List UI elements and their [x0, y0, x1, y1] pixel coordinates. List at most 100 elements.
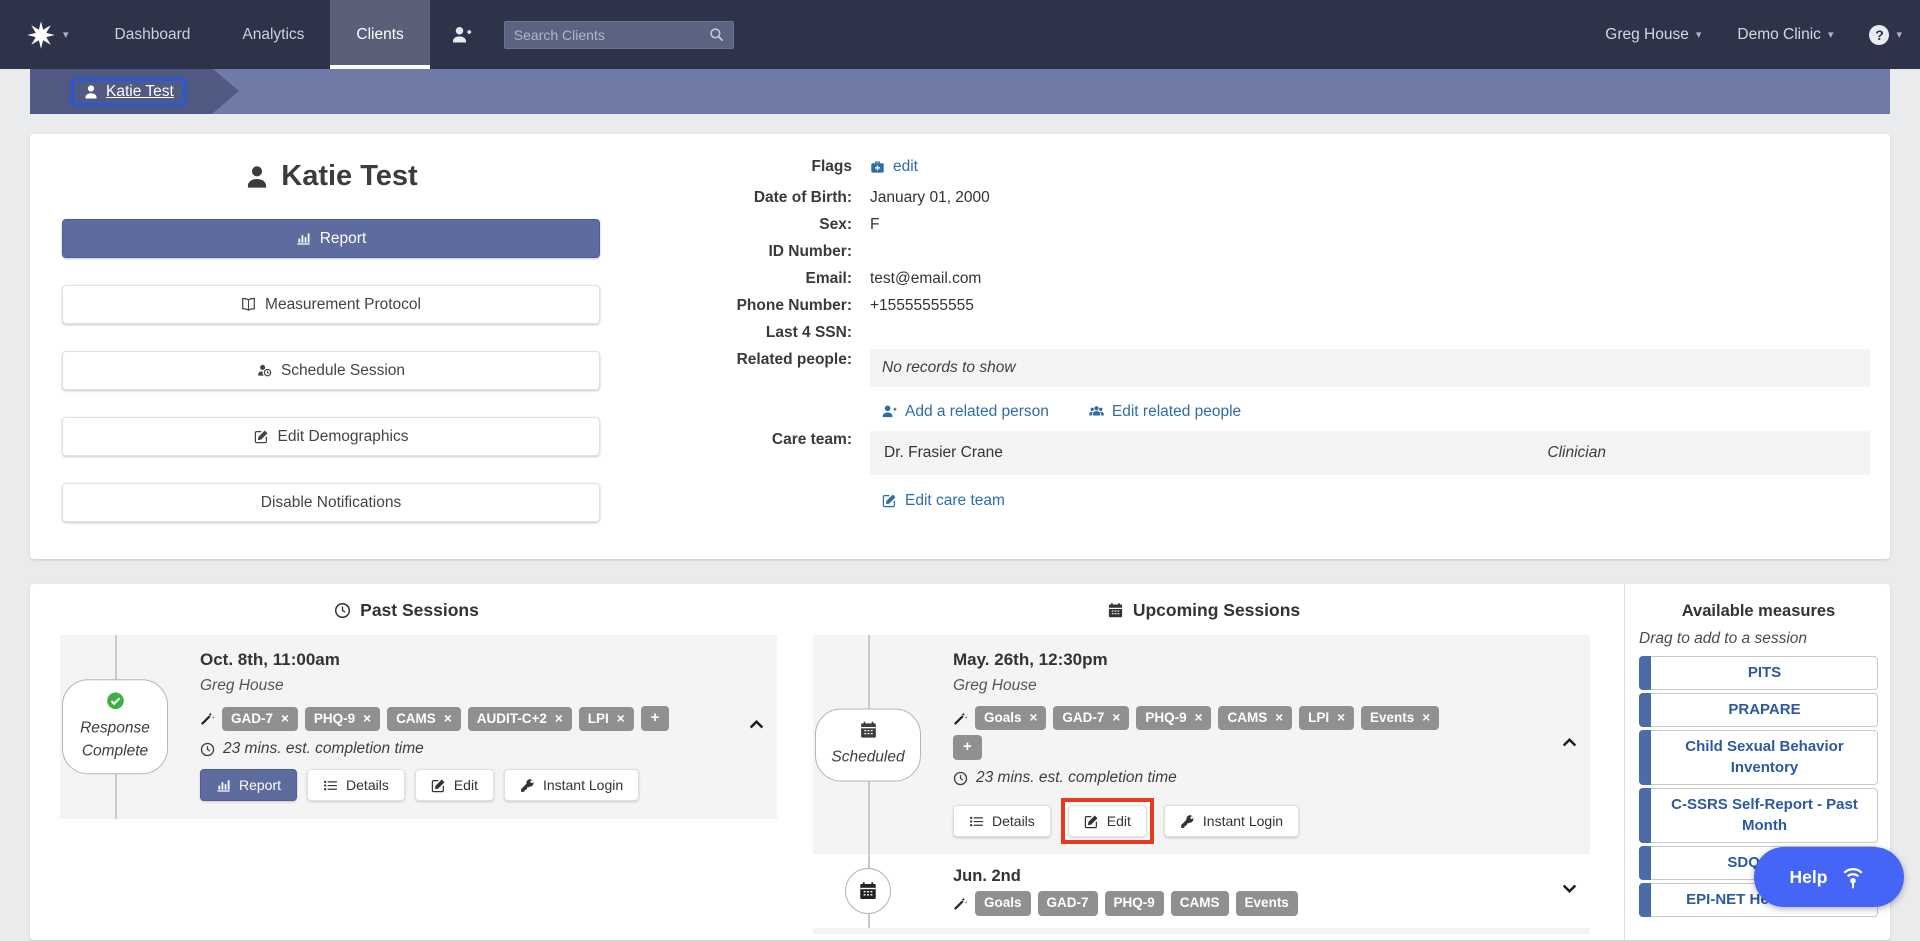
search-box[interactable]: [504, 21, 734, 49]
schedule-session-button[interactable]: Schedule Session: [62, 351, 600, 390]
upcoming-sessions-list: Scheduled May. 26th, 12:30pm Greg House …: [813, 635, 1590, 934]
active-tab-indicator: [330, 65, 429, 69]
edit-icon: [254, 429, 269, 444]
user-icon: [244, 164, 270, 190]
collapse-session-button[interactable]: [748, 716, 765, 738]
measure-chip[interactable]: PHQ-9: [1105, 891, 1164, 915]
remove-measure-icon[interactable]: ×: [617, 710, 625, 728]
session-measures: GAD-7 × PHQ-9 × CAMS ×: [200, 706, 737, 731]
edit-icon: [431, 778, 446, 793]
logo-star-icon: [26, 20, 56, 50]
remove-measure-icon[interactable]: ×: [1422, 709, 1430, 727]
measure-chip[interactable]: PHQ-9 ×: [1136, 706, 1211, 730]
nav-item-analytics[interactable]: Analytics: [216, 0, 330, 69]
edit-care-team-link[interactable]: Edit care team: [882, 492, 1005, 510]
session-instant-login-button[interactable]: Instant Login: [504, 769, 639, 801]
breadcrumb-arrow: [213, 69, 239, 113]
remove-measure-icon[interactable]: ×: [1112, 709, 1120, 727]
measure-chip[interactable]: Goals: [975, 891, 1031, 915]
detail-value: +15555555555: [870, 295, 1870, 317]
disable-notifications-button[interactable]: Disable Notifications: [62, 483, 600, 522]
measure-chip-label: PHQ-9: [1114, 894, 1155, 912]
measure-chip[interactable]: Events ×: [1361, 706, 1439, 730]
patient-detail-rows: Date of Birth: January 01, 2000 Sex: F I…: [620, 187, 1870, 344]
report-button[interactable]: Report: [62, 219, 600, 258]
edit-icon: [1084, 814, 1099, 829]
measure-chip[interactable]: LPI ×: [579, 707, 634, 731]
measure-chip[interactable]: Events: [1236, 891, 1298, 915]
measure-item[interactable]: PITS: [1639, 656, 1878, 690]
session-instant-login-button[interactable]: Instant Login: [1164, 805, 1299, 837]
key-icon: [520, 778, 535, 793]
remove-measure-icon[interactable]: ×: [444, 710, 452, 728]
search-input[interactable]: [514, 27, 709, 43]
measure-chip-label: PHQ-9: [1145, 709, 1186, 727]
nav-item-dashboard[interactable]: Dashboard: [89, 0, 217, 69]
past-sessions-heading: Past Sessions: [30, 600, 783, 621]
clinic-menu[interactable]: Demo Clinic ▾: [1719, 0, 1851, 69]
measure-chip[interactable]: GAD-7: [1038, 891, 1098, 915]
remove-measure-icon[interactable]: ×: [1030, 709, 1038, 727]
add-measure-button[interactable]: +: [641, 706, 670, 731]
help-menu[interactable]: ? ▾: [1851, 0, 1920, 69]
detail-value: [870, 322, 1870, 344]
measure-item[interactable]: PRAPARE: [1639, 693, 1878, 727]
app-logo[interactable]: ▾: [0, 0, 89, 69]
help-button[interactable]: Help: [1754, 847, 1904, 907]
session-report-button[interactable]: Report: [200, 769, 297, 801]
chevron-down-icon: ▾: [1896, 28, 1902, 41]
add-related-person-link[interactable]: Add a related person: [882, 403, 1049, 421]
measure-item[interactable]: Child Sexual Behavior Inventory: [1639, 730, 1878, 785]
measure-item[interactable]: C-SSRS Self-Report - Past Month: [1639, 788, 1878, 843]
measure-chip-label: LPI: [588, 710, 609, 728]
session-details-button[interactable]: Details: [953, 805, 1051, 837]
chevron-down-icon: ▾: [63, 28, 69, 41]
measure-chip[interactable]: CAMS ×: [387, 707, 461, 731]
add-measure-button[interactable]: +: [953, 735, 982, 760]
user-menu[interactable]: Greg House ▾: [1587, 0, 1719, 69]
expand-session-button[interactable]: [1561, 880, 1578, 902]
session-status-badge: Scheduled: [815, 708, 921, 781]
highlight-annotation: Edit: [1061, 798, 1154, 844]
measure-chip[interactable]: CAMS ×: [1218, 706, 1292, 730]
measure-chip-label: PHQ-9: [314, 710, 355, 728]
measure-chip[interactable]: AUDIT-C+2 ×: [468, 707, 572, 731]
remove-measure-icon[interactable]: ×: [555, 710, 563, 728]
past-session-item: Response Complete Oct. 8th, 11:00am Greg…: [60, 635, 777, 819]
chevron-down-icon: ▾: [1828, 28, 1834, 41]
measure-chip[interactable]: LPI ×: [1299, 706, 1354, 730]
list-icon: [323, 778, 338, 793]
remove-measure-icon[interactable]: ×: [281, 710, 289, 728]
measure-chip[interactable]: GAD-7 ×: [1053, 706, 1129, 730]
user-clock-icon: [257, 363, 272, 378]
remove-measure-icon[interactable]: ×: [1275, 709, 1283, 727]
add-client-button[interactable]: [430, 0, 494, 69]
remove-measure-icon[interactable]: ×: [1195, 709, 1203, 727]
chevron-down-icon: ▾: [1696, 28, 1702, 41]
nav-item-clients[interactable]: Clients: [330, 0, 429, 69]
session-details-button[interactable]: Details: [307, 769, 405, 801]
edit-flags-link[interactable]: edit: [870, 156, 918, 178]
measure-chip[interactable]: PHQ-9 ×: [305, 707, 380, 731]
measure-chip[interactable]: GAD-7 ×: [222, 707, 298, 731]
sessions-panel: Past Sessions Response Complete Oct. 8th…: [30, 584, 1890, 940]
care-team-label: Care team:: [620, 429, 870, 475]
measure-chip[interactable]: CAMS: [1171, 891, 1229, 915]
search-icon[interactable]: [709, 27, 724, 42]
measure-chip[interactable]: Goals ×: [975, 706, 1046, 730]
remove-measure-icon[interactable]: ×: [1337, 709, 1345, 727]
collapse-session-button[interactable]: [1561, 734, 1578, 756]
session-edit-button[interactable]: Edit: [415, 769, 494, 801]
edit-demographics-button[interactable]: Edit Demographics: [62, 417, 600, 456]
user-icon: [83, 84, 99, 100]
session-status-badge: [845, 868, 891, 914]
available-measures-title: Available measures: [1639, 602, 1878, 621]
breadcrumb-client-link[interactable]: Katie Test: [72, 79, 185, 105]
edit-related-people-link[interactable]: Edit related people: [1089, 403, 1241, 421]
measurement-protocol-button[interactable]: Measurement Protocol: [62, 285, 600, 324]
detail-value: test@email.com: [870, 268, 1870, 290]
session-edit-button[interactable]: Edit: [1068, 805, 1147, 837]
remove-measure-icon[interactable]: ×: [363, 710, 371, 728]
flags-row: Flags edit: [620, 156, 1870, 182]
session-measures: Goals × GAD-7 × PHQ-9 ×: [953, 706, 1533, 730]
